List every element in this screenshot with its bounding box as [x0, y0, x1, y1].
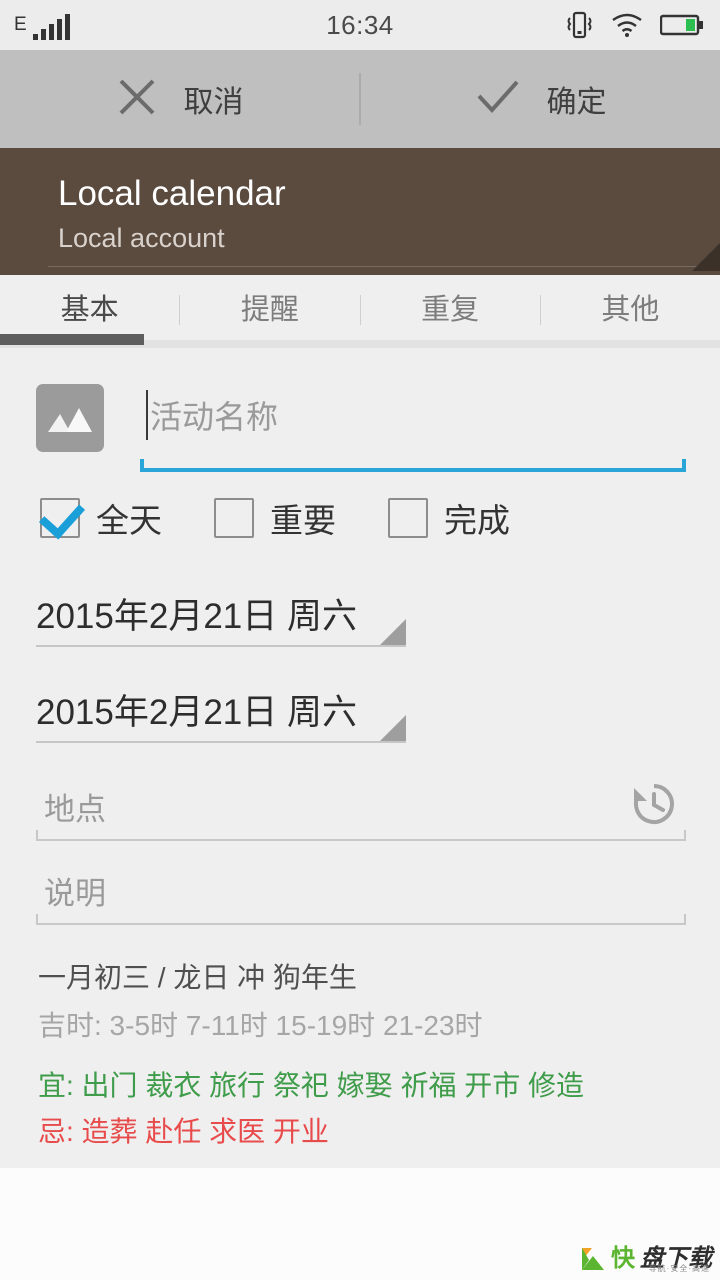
description-field[interactable]: 说明: [36, 868, 686, 925]
corner-triangle-icon: [380, 715, 406, 741]
focused-underline: [140, 459, 686, 472]
checkbox-important-label: 重要: [270, 502, 336, 539]
watermark-brand-green: 快: [611, 1245, 635, 1272]
tab-repeat[interactable]: 重复: [361, 275, 540, 345]
location-field[interactable]: 地点: [36, 784, 686, 841]
checkbox-box[interactable]: [214, 498, 254, 538]
checkbox-completed-label: 完成: [444, 502, 510, 539]
start-date-field[interactable]: 2015年2月21日 周六: [36, 588, 406, 647]
corner-triangle-icon: [692, 243, 720, 271]
checkbox-completed[interactable]: 完成: [388, 494, 510, 542]
event-name-row: 活动名称: [0, 384, 720, 474]
suitable-activities: 宜: 出门 裁衣 旅行 祭祀 嫁娶 祈福 开市 修造: [38, 1070, 585, 1101]
checkbox-all-day-label: 全天: [96, 502, 162, 539]
checkbox-box-checked[interactable]: [40, 498, 80, 538]
check-icon: [475, 76, 521, 123]
phone-screen: E 16:34 取消 确定 Local calendar Local accou…: [0, 0, 720, 1280]
history-icon[interactable]: [628, 778, 680, 835]
event-name-placeholder: 活动名称: [150, 399, 279, 435]
auspicious-hours: 吉时: 3-5时 7-11时 15-19时 21-23时: [38, 1010, 483, 1041]
close-icon: [116, 76, 158, 123]
status-bar: E 16:34: [0, 0, 720, 50]
checkbox-box[interactable]: [388, 498, 428, 538]
avoid-activities: 忌: 造葬 赴任 求医 开业: [38, 1116, 329, 1147]
k-logo-icon: [580, 1246, 606, 1272]
action-bar: 取消 确定: [0, 50, 720, 148]
field-underline: [36, 741, 406, 743]
description-placeholder: 说明: [44, 876, 106, 911]
checkbox-all-day[interactable]: 全天: [40, 494, 162, 542]
tab-bar: 基本 提醒 重复 其他: [0, 275, 720, 348]
almanac-info: 一月初三 / 龙日 冲 狗年生 吉时: 3-5时 7-11时 15-19时 21…: [38, 956, 698, 1150]
field-underline: [36, 914, 686, 925]
cancel-label: 取消: [183, 86, 244, 119]
confirm-button[interactable]: 确定: [361, 50, 720, 148]
tab-reminder[interactable]: 提醒: [180, 275, 359, 345]
field-underline: [36, 645, 406, 647]
calendar-account-name: Local account: [58, 223, 225, 253]
location-placeholder: 地点: [44, 792, 106, 827]
end-date-field[interactable]: 2015年2月21日 周六: [36, 684, 406, 743]
lunar-date: 一月初三 / 龙日 冲 狗年生: [38, 962, 357, 993]
status-bar-clock: 16:34: [326, 9, 394, 40]
image-placeholder-icon[interactable]: [36, 384, 104, 452]
site-watermark: 快 盘下载 导航·安全·高速: [580, 1245, 712, 1273]
text-caret: [146, 390, 148, 440]
event-name-input[interactable]: 活动名称: [140, 384, 686, 472]
calendar-account-selector[interactable]: Local calendar Local account: [0, 148, 720, 275]
calendar-name: Local calendar: [58, 174, 286, 213]
start-date-value: 2015年2月21日 周六: [36, 597, 357, 636]
tab-other[interactable]: 其他: [541, 275, 720, 345]
event-flags-row: 全天 重要 完成: [40, 494, 510, 542]
field-underline: [36, 830, 686, 841]
watermark-tagline: 导航·安全·高速: [648, 1264, 710, 1273]
event-form: 活动名称 全天 重要 完成 2015年2月21日 周六 2015年2月21日 周…: [0, 348, 720, 1168]
cancel-button[interactable]: 取消: [0, 50, 359, 148]
checkbox-important[interactable]: 重要: [214, 494, 336, 542]
account-divider: [48, 266, 720, 267]
tab-active-indicator: [0, 334, 144, 345]
confirm-label: 确定: [546, 86, 607, 119]
corner-triangle-icon: [380, 619, 406, 645]
end-date-value: 2015年2月21日 周六: [36, 693, 357, 732]
